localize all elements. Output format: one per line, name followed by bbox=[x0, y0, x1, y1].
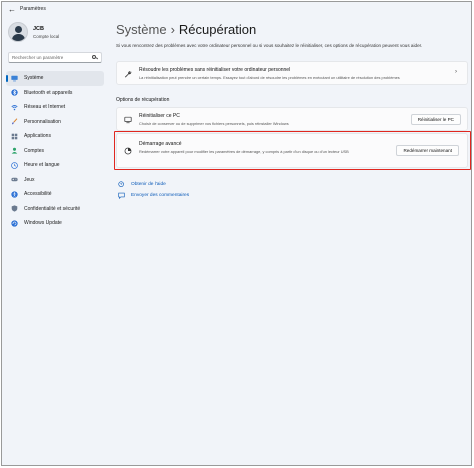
sidebar-item-accessibilite[interactable]: Accessibilité bbox=[6, 187, 104, 202]
reset-pc-description: Choisir de conserver ou de supprimer vos… bbox=[139, 121, 289, 126]
system-icon bbox=[11, 75, 18, 82]
sidebar-item-label: Jeux bbox=[24, 176, 35, 183]
sidebar-item-label: Comptes bbox=[24, 147, 45, 154]
breadcrumb-separator: › bbox=[170, 22, 175, 37]
update-icon bbox=[11, 220, 18, 227]
reset-pc-button[interactable]: Réinitialiser le PC bbox=[410, 113, 461, 125]
sidebar-item-jeux[interactable]: Jeux bbox=[6, 173, 104, 188]
highlight-frame bbox=[114, 131, 471, 170]
sidebar-item-label: Heure et langue bbox=[24, 162, 60, 169]
settings-window: ← Paramètres JCB Compte local Rechercher… bbox=[1, 1, 472, 466]
sidebar-item-label: Windows Update bbox=[24, 220, 62, 227]
title-bar: ← Paramètres bbox=[2, 2, 471, 16]
avatar bbox=[8, 22, 28, 42]
back-button[interactable]: ← bbox=[6, 3, 18, 15]
search-icon[interactable] bbox=[92, 54, 98, 61]
sidebar-item-reseau[interactable]: Réseau et Internet bbox=[6, 100, 104, 115]
network-icon bbox=[11, 104, 18, 110]
page-title-text: Récupération bbox=[178, 22, 257, 37]
sidebar-item-label: Bluetooth et appareils bbox=[24, 89, 73, 96]
shield-icon bbox=[11, 205, 18, 212]
get-help-link[interactable]: Obtenir de l'aide bbox=[118, 181, 166, 188]
reset-pc-card: Réinitialiser ce PC Choisir de conserver… bbox=[116, 107, 468, 131]
send-feedback-label: Envoyer des commentaires bbox=[131, 193, 190, 198]
apps-icon bbox=[11, 133, 18, 140]
reset-pc-icon bbox=[124, 116, 132, 124]
bluetooth-icon bbox=[11, 89, 18, 96]
wrench-icon bbox=[124, 71, 132, 78]
feedback-icon bbox=[118, 192, 125, 199]
profile-subtitle: Compte local bbox=[33, 33, 60, 39]
intro-text: Si vous rencontrez des problèmes avec vo… bbox=[116, 43, 423, 48]
sidebar-item-personnalisation[interactable]: Personnalisation bbox=[6, 115, 104, 130]
search-input[interactable]: Rechercher un paramètre bbox=[8, 52, 102, 63]
page-title: Système › Récupération bbox=[116, 22, 256, 37]
clock-icon bbox=[11, 161, 18, 169]
sidebar-item-comptes[interactable]: Comptes bbox=[6, 144, 104, 159]
profile-name: JCB bbox=[33, 25, 45, 32]
sidebar-item-label: Personnalisation bbox=[24, 118, 61, 125]
sidebar-nav: Système Bluetooth et appareils Réseau et… bbox=[6, 71, 104, 231]
chevron-right-icon: › bbox=[455, 69, 457, 75]
accessibility-icon bbox=[11, 191, 18, 198]
search-placeholder: Rechercher un paramètre bbox=[12, 55, 64, 60]
troubleshoot-card[interactable]: Résoudre les problèmes sans réinitialise… bbox=[116, 61, 468, 85]
brush-icon bbox=[12, 118, 18, 125]
section-label: Options de récupération bbox=[116, 97, 170, 103]
send-feedback-link[interactable]: Envoyer des commentaires bbox=[118, 192, 189, 199]
sidebar-item-label: Système bbox=[24, 75, 44, 82]
main-content: Système › Récupération Si vous rencontrez … bbox=[114, 16, 471, 465]
app-title: Paramètres bbox=[20, 6, 46, 12]
sidebar-item-systeme[interactable]: Système bbox=[6, 71, 104, 86]
get-help-label: Obtenir de l'aide bbox=[131, 182, 166, 187]
sidebar-item-bluetooth[interactable]: Bluetooth et appareils bbox=[6, 86, 104, 101]
sidebar-item-label: Confidentialité et sécurité bbox=[24, 205, 81, 212]
sidebar-item-heure[interactable]: Heure et langue bbox=[6, 158, 104, 173]
breadcrumb-systeme[interactable]: Système bbox=[116, 22, 167, 37]
account-icon bbox=[11, 148, 18, 154]
sidebar-item-windows-update[interactable]: Windows Update bbox=[6, 216, 104, 231]
sidebar-item-confidentialite[interactable]: Confidentialité et sécurité bbox=[6, 202, 104, 217]
sidebar-item-label: Applications bbox=[24, 133, 51, 140]
help-icon bbox=[118, 181, 124, 187]
troubleshoot-title: Résoudre les problèmes sans réinitialise… bbox=[139, 67, 291, 73]
sidebar: JCB Compte local Rechercher un paramètre… bbox=[2, 16, 108, 465]
sidebar-item-applications[interactable]: Applications bbox=[6, 129, 104, 144]
sidebar-item-label: Réseau et Internet bbox=[24, 104, 66, 111]
sidebar-item-label: Accessibilité bbox=[24, 191, 52, 198]
back-arrow-icon: ← bbox=[8, 4, 16, 14]
troubleshoot-description: La réinitialisation peut prendre un cert… bbox=[139, 75, 400, 80]
gamepad-icon bbox=[11, 178, 18, 182]
user-profile[interactable]: JCB Compte local bbox=[8, 22, 59, 42]
reset-pc-title: Réinitialiser ce PC bbox=[139, 113, 180, 119]
